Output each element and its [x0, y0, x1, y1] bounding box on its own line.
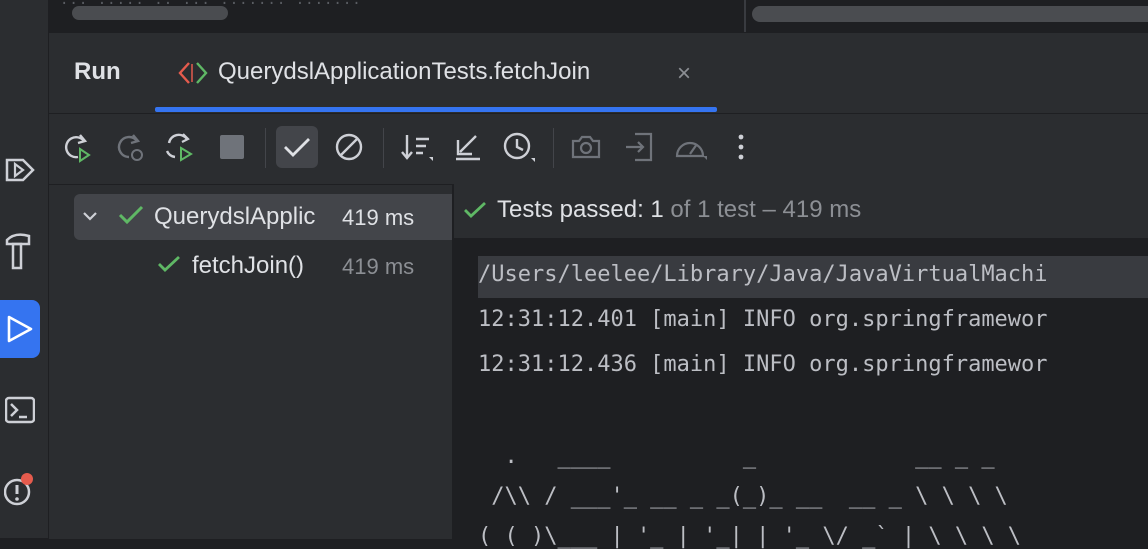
- editor-horizontal-scrollbar[interactable]: [72, 6, 228, 20]
- import-icon[interactable]: [618, 126, 660, 168]
- tree-root-time: 419 ms: [342, 205, 415, 230]
- tree-child-label[interactable]: fetchJoin(): [192, 252, 304, 280]
- console-line: . ____ _ __ _ _: [478, 444, 995, 469]
- problems-icon[interactable]: [0, 470, 40, 510]
- toolbar-separator: [383, 128, 384, 168]
- passed-check-icon: [462, 200, 488, 225]
- camera-icon[interactable]: [565, 126, 607, 168]
- tree-child-time: 419 ms: [342, 254, 415, 279]
- rerun-failed-icon[interactable]: [108, 126, 150, 168]
- collapse-icon[interactable]: [447, 126, 489, 168]
- gauge-icon[interactable]: [670, 126, 712, 168]
- console-line: ( ( )\___ | '_ | '_| | '_ \/ _` | \ \ \ …: [478, 524, 1022, 549]
- toolbar-separator: [265, 128, 266, 168]
- stop-icon[interactable]: [211, 126, 253, 168]
- tests-passed-label: Tests passed: 1: [497, 196, 664, 223]
- editor-splitter[interactable]: [744, 0, 746, 32]
- tests-passed-status: Tests passed: 1 of 1 test – 419 ms: [497, 196, 861, 224]
- passed-check-icon: [156, 254, 182, 279]
- console-line: /Users/leelee/Library/Java/JavaVirtualMa…: [478, 262, 1048, 287]
- close-icon[interactable]: ×: [677, 60, 691, 88]
- left-tool-stripe: [0, 0, 49, 538]
- editor-horizontal-scrollbar-right[interactable]: [752, 6, 1148, 22]
- toolwindow-title: Run: [74, 58, 121, 85]
- console-line: /\\ / ___'_ __ _ _(_)_ __ __ _ \ \ \ \: [478, 484, 1008, 509]
- history-icon[interactable]: [498, 126, 540, 168]
- chevron-down-icon[interactable]: [80, 206, 100, 231]
- more-icon[interactable]: [720, 126, 762, 168]
- passed-check-icon: [117, 204, 145, 231]
- console-line: 12:31:12.436 [main] INFO org.springframe…: [478, 352, 1048, 377]
- terminal-icon[interactable]: [0, 390, 40, 430]
- show-ignored-icon[interactable]: [328, 126, 370, 168]
- show-passed-icon[interactable]: [276, 126, 318, 168]
- run-tab-label: QuerydslApplicationTests.fetchJoin: [218, 58, 591, 85]
- rerun-icon[interactable]: [55, 126, 97, 168]
- build-hammer-icon[interactable]: [0, 230, 40, 270]
- toolbar-separator: [553, 128, 554, 168]
- tab-selected-indicator: [155, 107, 717, 112]
- tests-summary-label: of 1 test – 419 ms: [663, 196, 862, 223]
- rerun-auto-icon[interactable]: [158, 126, 200, 168]
- tree-root-label: QuerydslApplic: [154, 203, 316, 230]
- console-line: 12:31:12.401 [main] INFO org.springframe…: [478, 307, 1048, 332]
- services-icon[interactable]: [0, 150, 40, 190]
- run-icon[interactable]: [0, 300, 40, 358]
- test-diamond-icon: [177, 60, 211, 91]
- sort-icon[interactable]: [396, 126, 438, 168]
